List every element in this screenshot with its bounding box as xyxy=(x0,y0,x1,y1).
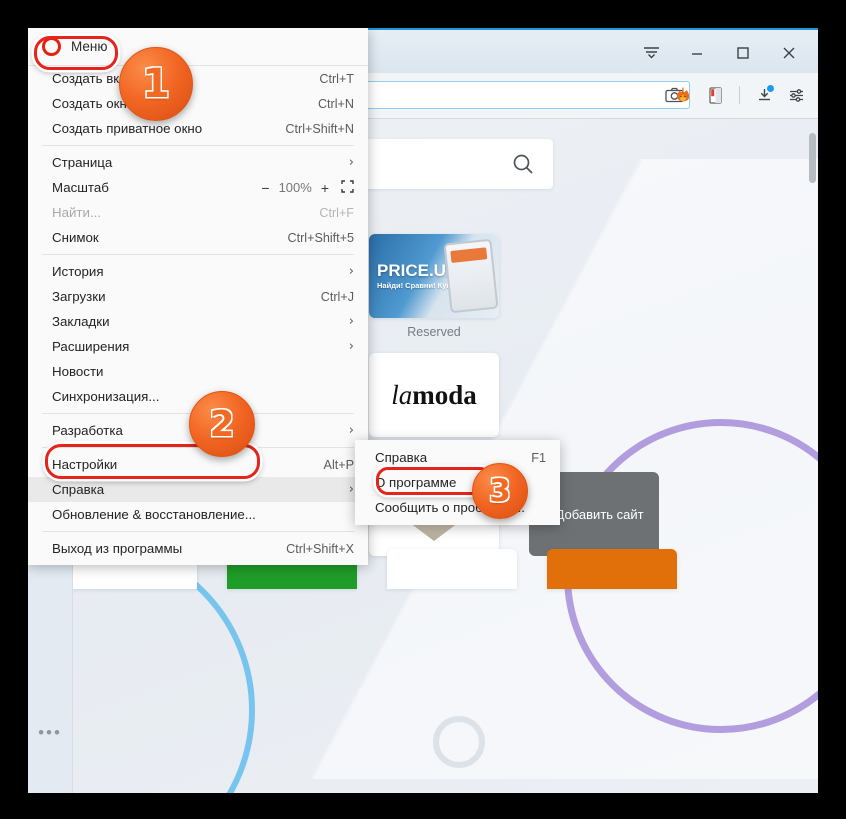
menu-item-label: Выход из программы xyxy=(52,541,183,556)
annotation-badge-2: 2 xyxy=(189,391,255,457)
menu-item-label: Создать приватное окно xyxy=(52,121,203,136)
menu-item-accel: Ctrl+Shift+N xyxy=(285,121,354,136)
menu-item-label: Расширения xyxy=(52,339,130,354)
speed-dial-item[interactable]: PRICE.UA Найди! Сравни! Купи! Reserved xyxy=(369,234,499,339)
partial-tile[interactable] xyxy=(547,549,677,589)
menu-title: Меню xyxy=(71,39,108,54)
zoom-value: 100% xyxy=(278,180,312,195)
menu-item-find: Найти... Ctrl+F xyxy=(28,200,368,225)
page-scrollbar[interactable] xyxy=(807,119,818,793)
sliders-icon[interactable] xyxy=(782,81,810,109)
menu-item-zoom[interactable]: Масштаб − 100% + xyxy=(28,175,368,200)
menu-item-new-window[interactable]: Создать окно Ctrl+N xyxy=(28,91,368,116)
menu-item-label: Масштаб xyxy=(52,180,109,195)
zoom-in-button[interactable]: + xyxy=(321,180,329,196)
tab-menu-icon[interactable] xyxy=(628,34,674,72)
tile-thumb[interactable]: lamoda xyxy=(369,353,499,437)
menu-item-help[interactable]: Справка › xyxy=(28,477,368,502)
menu-item-accel: Ctrl+F xyxy=(319,205,354,220)
fullscreen-icon[interactable] xyxy=(341,179,354,196)
menu-item-update-recovery[interactable]: Обновление & восстановление... xyxy=(28,502,368,527)
speed-dial-placeholder xyxy=(689,234,818,339)
zoom-out-button[interactable]: − xyxy=(261,180,269,196)
annotation-badge-3: 3 xyxy=(472,463,528,519)
menu-item-new-tab[interactable]: Создать вкладку Ctrl+T xyxy=(28,66,368,91)
menu-item-accel: Alt+P xyxy=(323,457,354,472)
menu-item-page[interactable]: Страница › xyxy=(28,150,368,175)
toolbar-divider xyxy=(739,86,740,104)
chevron-right-icon: › xyxy=(348,155,354,170)
menu-item-exit[interactable]: Выход из программы Ctrl+Shift+X xyxy=(28,536,368,561)
opera-main-menu: Меню Создать вкладку Ctrl+T Создать окно… xyxy=(28,28,368,565)
search-icon xyxy=(513,154,533,174)
menu-item-label: Снимок xyxy=(52,230,99,245)
scrollbar-thumb[interactable] xyxy=(809,133,816,183)
speed-dial-placeholder xyxy=(689,353,818,458)
chevron-right-icon: › xyxy=(348,314,354,329)
menu-item-accel: F1 xyxy=(531,450,546,465)
menu-item-accel: Ctrl+T xyxy=(319,71,354,86)
close-icon[interactable] xyxy=(766,34,812,72)
menu-item-new-private-window[interactable]: Создать приватное окно Ctrl+Shift+N xyxy=(28,116,368,141)
menu-item-settings[interactable]: Настройки Alt+P xyxy=(28,452,368,477)
menu-item-snapshot[interactable]: Снимок Ctrl+Shift+5 xyxy=(28,225,368,250)
badge-number: 2 xyxy=(209,403,235,445)
menu-item-label: Справка xyxy=(52,482,105,497)
download-badge xyxy=(766,84,775,93)
download-icon[interactable] xyxy=(750,81,778,109)
lamoda-logo-icon: lamoda xyxy=(391,379,477,410)
maximize-icon[interactable] xyxy=(720,34,766,72)
menu-item-label: Обновление & восстановление... xyxy=(52,507,256,522)
menu-item-accel: Ctrl+N xyxy=(317,96,354,111)
menu-item-bookmarks[interactable]: Закладки › xyxy=(28,309,368,334)
menu-item-accel: Ctrl+Shift+X xyxy=(286,541,354,556)
opera-logo-icon xyxy=(42,37,61,56)
partial-tile[interactable] xyxy=(387,549,517,589)
book-icon[interactable] xyxy=(701,81,729,109)
more-dots-icon[interactable]: ••• xyxy=(28,724,72,741)
menu-item-history[interactable]: История › xyxy=(28,259,368,284)
menu-item-news[interactable]: Новости xyxy=(28,359,368,384)
zoom-controls: − 100% + xyxy=(261,180,354,196)
menu-item-label: Найти... xyxy=(52,205,102,220)
help-submenu: Справка F1 О программе Сообщить о пробле… xyxy=(355,440,560,525)
menu-item-accel: Ctrl+J xyxy=(320,289,354,304)
menu-separator xyxy=(42,254,354,255)
speed-dial-placeholder xyxy=(529,234,659,339)
gray-ring-decoration xyxy=(433,716,485,768)
toolbar-right-icons xyxy=(669,81,810,109)
badge-number: 1 xyxy=(142,61,170,107)
chevron-right-icon: › xyxy=(348,339,354,354)
chevron-right-icon: › xyxy=(348,264,354,279)
menu-item-label: Новости xyxy=(52,364,104,379)
price-ua-logo-icon: PRICE.UA Найди! Сравни! Купи! xyxy=(369,234,499,318)
partial-tile xyxy=(707,549,818,589)
menu-item-label: Страница xyxy=(52,155,113,170)
menu-item-extensions[interactable]: Расширения › xyxy=(28,334,368,359)
tile-label: Reserved xyxy=(407,325,461,339)
flame-icon[interactable] xyxy=(669,81,697,109)
window-controls xyxy=(628,33,812,73)
menu-item-label: Закладки xyxy=(52,314,110,329)
menu-item-label: Загрузки xyxy=(52,289,106,304)
minimize-icon[interactable] xyxy=(674,34,720,72)
chevron-right-icon: › xyxy=(348,482,354,497)
submenu-item-report-problem[interactable]: Сообщить о проблеме... xyxy=(355,495,560,520)
chevron-right-icon: › xyxy=(348,423,354,438)
menu-item-label: Настройки xyxy=(52,457,118,472)
menu-header[interactable]: Меню xyxy=(28,28,368,66)
menu-separator xyxy=(42,145,354,146)
badge-number: 3 xyxy=(489,473,511,509)
submenu-item-help[interactable]: Справка F1 xyxy=(355,445,560,470)
tile-thumb[interactable]: PRICE.UA Найди! Сравни! Купи! xyxy=(369,234,499,318)
submenu-item-about[interactable]: О программе xyxy=(355,470,560,495)
menu-item-label: История xyxy=(52,264,104,279)
menu-item-downloads[interactable]: Загрузки Ctrl+J xyxy=(28,284,368,309)
menu-item-accel: Ctrl+Shift+5 xyxy=(287,230,355,245)
annotation-badge-1: 1 xyxy=(119,47,193,121)
menu-separator xyxy=(42,531,354,532)
